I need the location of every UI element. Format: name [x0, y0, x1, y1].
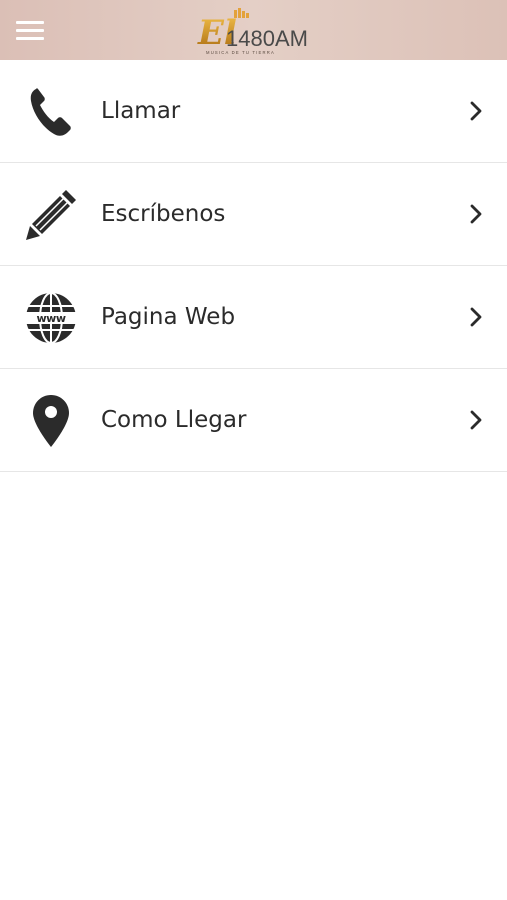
chevron-right-icon — [466, 306, 486, 328]
logo-number-text: 1480AM — [226, 26, 308, 51]
svg-text:www: www — [37, 312, 66, 325]
chevron-right-icon — [466, 409, 486, 431]
map-pin-icon — [24, 394, 78, 448]
chevron-right-icon — [466, 100, 486, 122]
app-screen: El 1480AM MUSICA DE TU TIERRA Llamar Esc… — [0, 0, 507, 900]
menu-item-llamar[interactable]: Llamar — [0, 60, 507, 163]
menu-item-escribenos[interactable]: Escríbenos — [0, 163, 507, 266]
globe-www-icon: www — [24, 291, 78, 345]
pencil-icon — [24, 188, 78, 242]
menu-line — [16, 21, 44, 24]
chevron-right-icon — [466, 203, 486, 225]
phone-icon — [24, 85, 78, 139]
logo-graphic: El 1480AM MUSICA DE TU TIERRA — [197, 8, 308, 55]
menu-line — [16, 29, 44, 32]
menu-item-label: Escríbenos — [101, 201, 226, 227]
logo-tagline: MUSICA DE TU TIERRA — [206, 50, 275, 55]
hamburger-menu-icon[interactable] — [12, 14, 48, 46]
station-logo[interactable]: El 1480AM MUSICA DE TU TIERRA — [196, 6, 314, 56]
top-app-bar: El 1480AM MUSICA DE TU TIERRA — [0, 0, 507, 60]
contact-menu-list: Llamar Escríbenos www Pagina Web Como Ll… — [0, 60, 507, 472]
menu-item-label: Como Llegar — [101, 407, 247, 433]
menu-item-como-llegar[interactable]: Como Llegar — [0, 369, 507, 472]
menu-item-label: Llamar — [101, 98, 181, 124]
menu-item-label: Pagina Web — [101, 304, 236, 330]
menu-item-pagina-web[interactable]: www Pagina Web — [0, 266, 507, 369]
menu-line — [16, 37, 44, 40]
